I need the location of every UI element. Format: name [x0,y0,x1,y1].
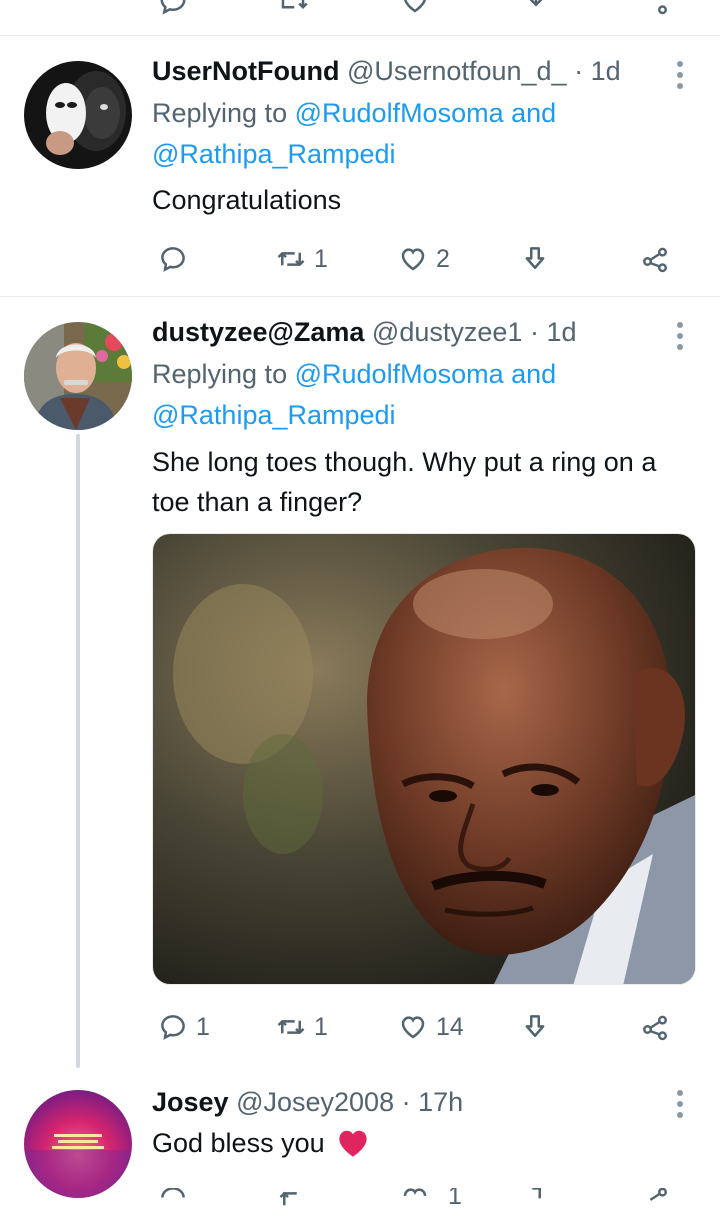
reply-button[interactable] [158,239,196,279]
josey-tweet-actions: 1 [0,1188,720,1218]
timestamp[interactable]: 17h [418,1087,463,1117]
retweet-count: 1 [314,1012,328,1041]
separator-dot: · [574,56,584,86]
heart-icon [401,248,425,271]
reply-icon[interactable] [158,1188,188,1214]
retweet-button[interactable]: 1 [276,239,328,279]
replying-to: Replying to @RudolfMosoma and @Rathipa_R… [152,93,680,175]
heart-icon[interactable] [400,1188,430,1214]
user-handle[interactable]: @dustyzee1 [372,317,523,347]
separator-dot: · [401,1087,411,1117]
separator-dot: · [529,317,539,347]
like-count: 14 [436,1012,464,1041]
reply-icon[interactable] [158,0,188,16]
retweet-count: 1 [314,244,328,273]
timestamp[interactable]: 1d [591,56,621,86]
replying-to: Replying to @RudolfMosoma and @Rathipa_R… [152,354,680,436]
share-icon [643,1015,667,1041]
mention-link[interactable]: @Rathipa_Rampedi [152,400,396,430]
user-handle[interactable]: @Josey2008 [236,1087,394,1117]
thread-connector [76,434,80,1068]
tweet-header: Josey @Josey2008 · 17h [152,1085,660,1119]
tweet-usernotfound[interactable]: UserNotFound @Usernotfoun_d_ · 1d Replyi… [0,37,720,297]
replying-to-label: Replying to [152,359,288,389]
like-count: 1 [448,1188,462,1210]
reply-icon [161,1015,185,1040]
display-name[interactable]: dustyzee@Zama [152,317,364,347]
bookmark-download-icon [525,247,545,269]
bookmark-download-icon[interactable] [521,1188,551,1214]
heart-icon[interactable] [400,0,430,16]
bookmark-button[interactable] [520,239,550,279]
share-icon [643,247,667,273]
replying-to-label: Replying to [152,98,288,128]
tweet-header: dustyzee@Zama @dustyzee1 · 1d [152,315,660,349]
user-handle[interactable]: @Usernotfoun_d_ [347,56,567,86]
bookmark-download-icon[interactable] [521,0,551,16]
bookmark-button[interactable] [520,1007,550,1047]
like-count: 2 [436,244,450,273]
more-vertical-icon[interactable] [676,61,684,94]
tweet-dustyzee[interactable]: dustyzee@Zama @dustyzee1 · 1d Replying t… [0,298,720,1068]
tweet-text: Congratulations [152,185,342,215]
retweet-icon [277,252,305,266]
avatar[interactable] [24,61,132,169]
tweet-text: She long toes though. Why put a ring on … [152,447,657,517]
reply-icon [161,247,185,272]
mention-link[interactable]: @Rathipa_Rampedi [152,139,396,169]
like-button[interactable]: 2 [398,239,450,279]
reply-button[interactable]: 1 [158,1007,210,1047]
tweet-header: UserNotFound @Usernotfoun_d_ · 1d [152,54,660,88]
mention-link[interactable]: @RudolfMosoma [295,98,504,128]
tweet-image[interactable] [152,533,696,985]
retweet-icon [277,1020,305,1034]
retweet-icon[interactable] [278,1188,308,1214]
tweet-actions: 1 2 [152,239,682,279]
timestamp[interactable]: 1d [546,317,576,347]
tweet-actions: 1 1 14 [152,1007,682,1047]
mention-and[interactable]: and [511,359,556,389]
retweet-icon[interactable] [278,0,308,16]
like-button[interactable]: 14 [398,1007,464,1047]
more-vertical-icon[interactable] [676,1090,684,1123]
avatar[interactable] [24,1090,132,1198]
red-heart-emoji [339,1130,367,1157]
tweet-text: God bless you [152,1128,325,1158]
tweet-text-row: God bless you [152,1123,690,1163]
heart-icon [401,1016,425,1039]
retweet-button[interactable]: 1 [276,1007,328,1047]
share-icon[interactable] [640,0,670,16]
display-name[interactable]: Josey [152,1087,229,1117]
photo-man-portrait [153,534,695,984]
share-icon[interactable] [640,1188,670,1214]
more-vertical-icon[interactable] [676,322,684,355]
avatar[interactable] [24,322,132,430]
share-button[interactable] [640,239,670,279]
share-button[interactable] [640,1007,670,1047]
display-name[interactable]: UserNotFound [152,56,339,86]
mention-and[interactable]: and [511,98,556,128]
mention-link[interactable]: @RudolfMosoma [295,359,504,389]
bookmark-download-icon [525,1015,545,1037]
reply-count: 1 [196,1012,210,1041]
previous-tweet-actions [0,0,720,36]
